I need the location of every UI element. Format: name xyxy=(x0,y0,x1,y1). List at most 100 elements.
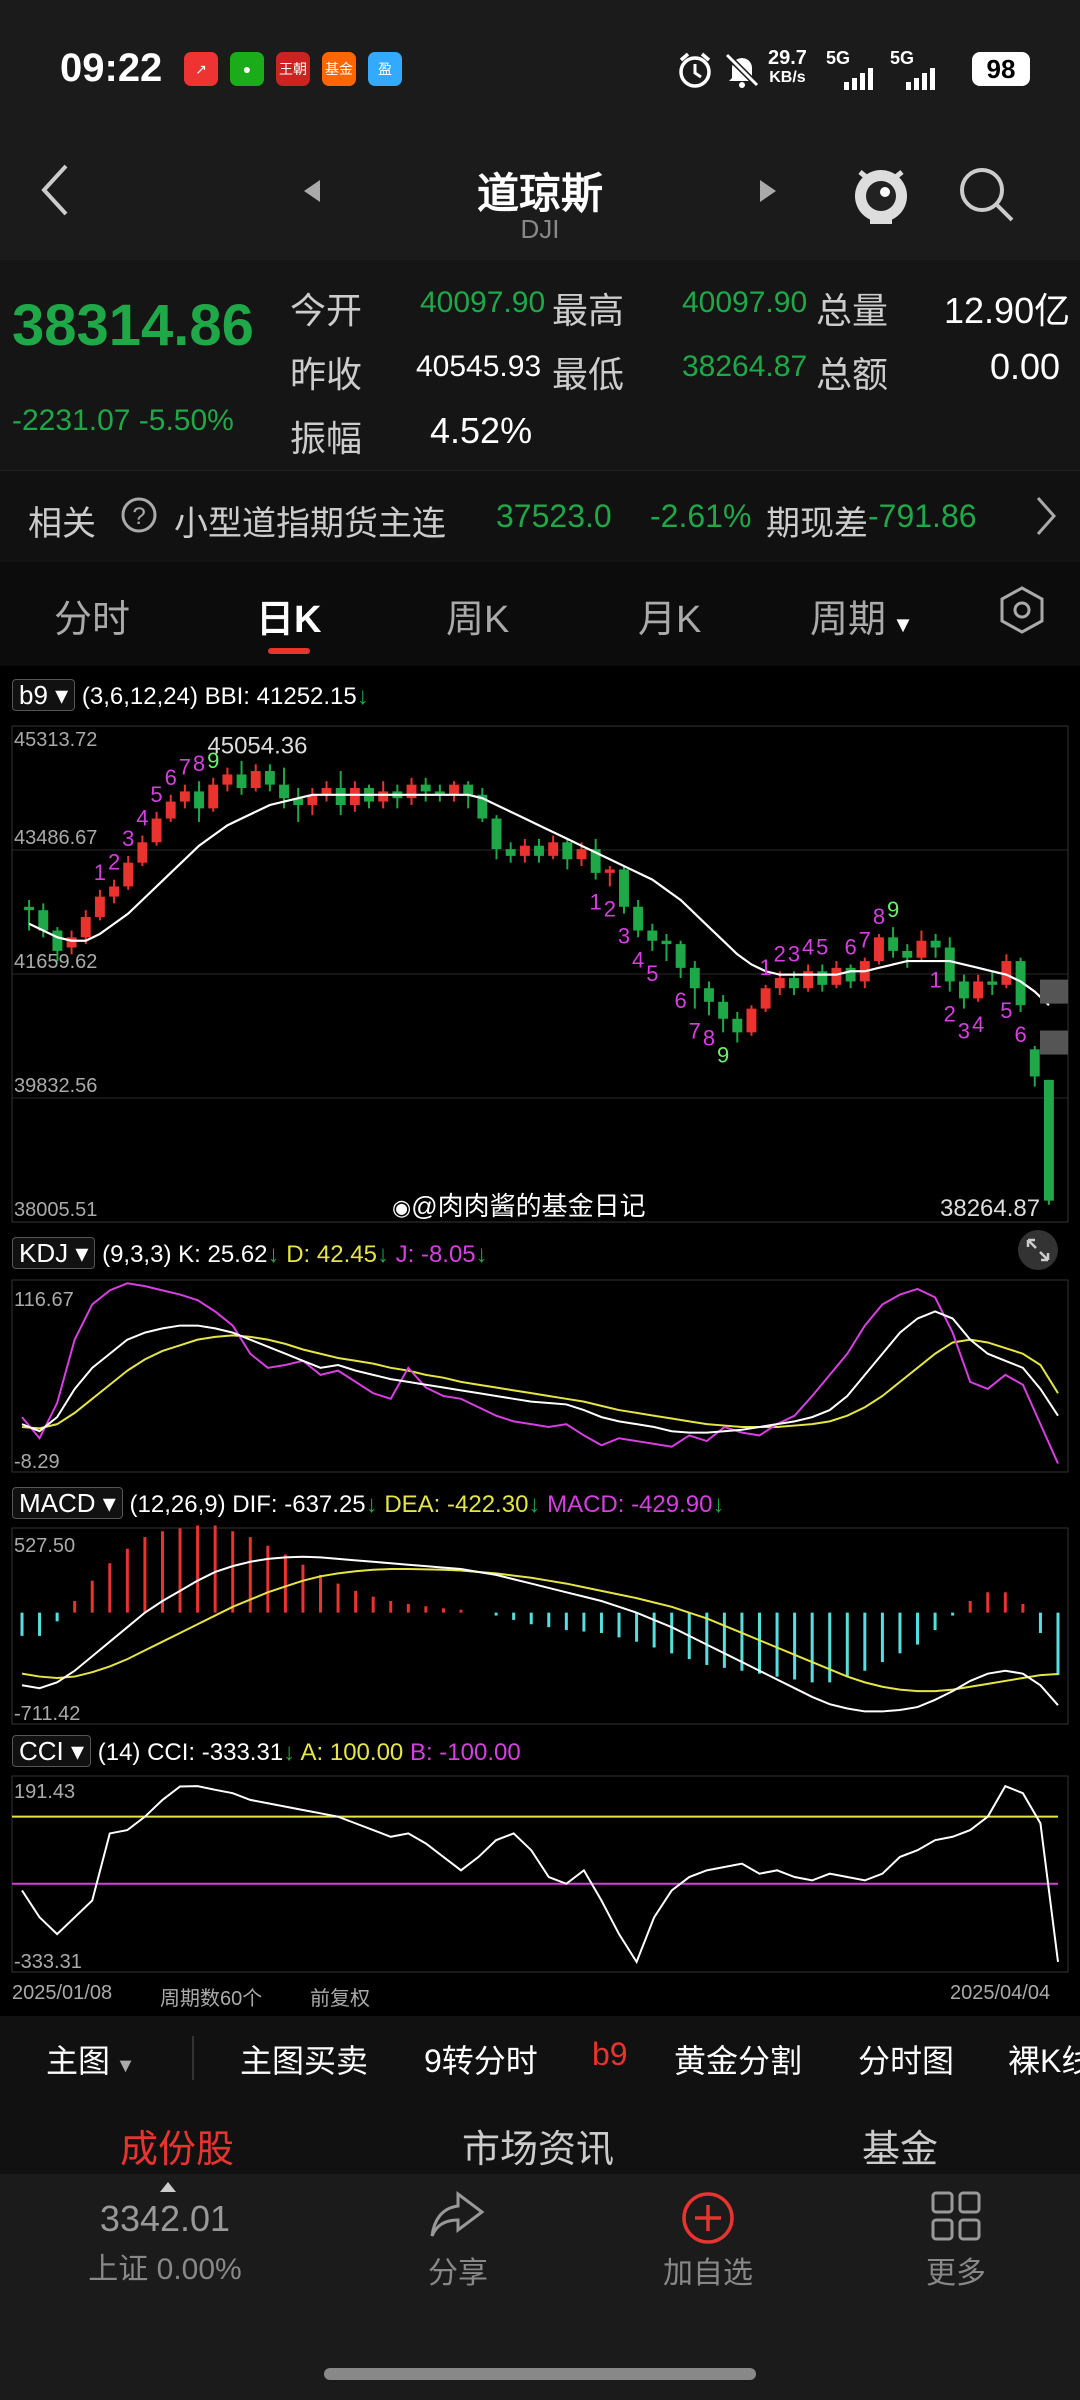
candle-body xyxy=(873,937,884,962)
b9-count-label: 5 xyxy=(1000,998,1012,1023)
candle-body xyxy=(562,842,573,860)
b9-count-label: 2 xyxy=(774,941,786,966)
settings-hex-icon[interactable] xyxy=(996,584,1048,641)
axis-start-date: 2025/01/08 xyxy=(12,1982,113,2004)
amplitude-value: 4.52% xyxy=(430,410,533,451)
candle-body xyxy=(24,906,35,911)
candle-body xyxy=(944,947,955,982)
share-label[interactable]: 分享 xyxy=(398,2248,518,2292)
kdj-name: KDJ xyxy=(19,1238,69,1268)
toolbar-intraday-chart[interactable]: 分时图 xyxy=(858,2036,954,2082)
kline-chart[interactable]: 45313.72 43486.67 41659.62 39832.56 38005.51… xyxy=(0,666,1080,2016)
adjust-mode[interactable]: 前复权 xyxy=(310,1982,370,2011)
open-value: 40097.90 xyxy=(420,286,546,319)
last-price: 38314.86 xyxy=(12,293,254,358)
macd-dif-value: DIF: -637.25 xyxy=(232,1491,366,1518)
cci-a-value: A: 100.00 xyxy=(300,1739,404,1766)
index-value[interactable]: 3342.01 xyxy=(50,2198,280,2240)
main-chart-dropdown[interactable]: 主图 ▼ xyxy=(46,2036,135,2082)
low-value: 38264.87 xyxy=(682,350,808,383)
page-subtitle: DJI xyxy=(520,214,560,244)
candle-body xyxy=(689,967,700,989)
net-speed: 29.7 KB/s xyxy=(768,47,807,86)
candle-body xyxy=(349,788,360,805)
caret-down-icon: ▼ xyxy=(886,612,914,637)
cci-bottom-label: -333.31 xyxy=(14,1951,82,1973)
candle-body xyxy=(1029,1049,1040,1077)
cci-value: CCI: -333.31 xyxy=(147,1739,284,1766)
battery-indicator: 98 xyxy=(972,52,1030,86)
candle-body xyxy=(151,818,162,843)
tab-daily-k[interactable]: 日K xyxy=(256,588,321,643)
candle-body xyxy=(704,988,714,1002)
macd-header: MACD ▾ (12,26,9) DIF: -637.25↓ DEA: -422… xyxy=(12,1487,725,1519)
candle-body xyxy=(505,849,516,856)
add-watchlist-icon[interactable] xyxy=(680,2190,736,2251)
candle-body xyxy=(80,916,91,938)
main-indicator-selector[interactable]: b9 ▾ xyxy=(12,679,76,711)
section-news[interactable]: 市场资讯 xyxy=(462,2118,614,2173)
b9-count-label: 7 xyxy=(689,1019,701,1044)
toolbar-naked-k[interactable]: 裸K线 xyxy=(1008,2036,1080,2082)
alarm-icon xyxy=(675,50,715,96)
candle-body xyxy=(194,791,205,809)
assistant-icon[interactable] xyxy=(848,158,914,233)
chevron-right-icon[interactable] xyxy=(1034,494,1058,543)
caret-up-icon xyxy=(158,2180,178,2199)
toolbar-b9[interactable]: b9 xyxy=(592,2036,628,2073)
fund-app-icon: 基金 xyxy=(322,52,356,86)
toolbar-9-turn[interactable]: 9转分时 xyxy=(424,2036,538,2082)
candle-body xyxy=(335,788,346,805)
toolbar-golden-split[interactable]: 黄金分割 xyxy=(674,2036,802,2082)
b9-params: (3,6,12,24) xyxy=(81,683,198,710)
candle-body xyxy=(534,845,544,856)
b9-count-label: 6 xyxy=(165,765,177,790)
help-icon[interactable]: ? xyxy=(120,496,158,539)
b9-count-label: 4 xyxy=(802,934,814,959)
add-watchlist-label[interactable]: 加自选 xyxy=(640,2248,776,2292)
kdj-k-line xyxy=(21,1310,1059,1434)
macd-name: MACD xyxy=(19,1488,96,1518)
tab-intraday[interactable]: 分时 xyxy=(54,588,130,643)
candle-body xyxy=(831,967,842,985)
cci-name: CCI xyxy=(19,1736,64,1766)
index-label: 上证 0.00% xyxy=(88,2253,242,2286)
share-icon[interactable] xyxy=(428,2190,488,2247)
candle-body xyxy=(236,774,247,789)
period-count: 周期数60个 xyxy=(160,1988,263,2010)
section-funds[interactable]: 基金 xyxy=(862,2118,938,2173)
more-label[interactable]: 更多 xyxy=(896,2248,1016,2292)
cci-selector[interactable]: CCI ▾ xyxy=(12,1735,92,1767)
b9-count-label: 1 xyxy=(94,860,106,885)
section-constituents[interactable]: 成份股 xyxy=(120,2118,234,2173)
candle-body xyxy=(519,845,530,856)
period-tabs xyxy=(0,562,1080,666)
candle-body xyxy=(718,1001,729,1019)
candle-body xyxy=(789,978,799,989)
search-icon[interactable] xyxy=(956,164,1016,229)
b9-count-label: 6 xyxy=(1014,1022,1026,1047)
macd-panel-frame xyxy=(11,1527,1069,1725)
candle-body xyxy=(619,869,629,907)
candle-body xyxy=(279,784,289,799)
b9-count-label: 4 xyxy=(136,806,148,831)
tab-monthly-k[interactable]: 月K xyxy=(638,588,701,643)
candle-body xyxy=(123,862,134,887)
b9-count-label: 2 xyxy=(944,1002,956,1027)
tab-weekly-k[interactable]: 周K xyxy=(446,588,509,643)
cci-header: CCI ▾ (14) CCI: -333.31↓ A: 100.00 B: -1… xyxy=(12,1735,521,1767)
candle-body xyxy=(406,784,417,799)
candle-body xyxy=(902,950,913,958)
kdj-selector[interactable]: KDJ ▾ xyxy=(12,1237,96,1269)
tab-period[interactable]: 周期 ▼ xyxy=(810,588,914,643)
toolbar-divider xyxy=(192,2036,194,2080)
toolbar-buy-sell[interactable]: 主图买卖 xyxy=(240,2036,368,2082)
b9-count-label: 5 xyxy=(816,934,828,959)
expand-icon[interactable] xyxy=(1016,1228,1060,1277)
more-grid-icon[interactable] xyxy=(930,2190,982,2247)
next-stock-icon[interactable] xyxy=(756,176,780,211)
macd-selector[interactable]: MACD ▾ xyxy=(12,1487,123,1519)
b9-count-label: 1 xyxy=(760,955,772,980)
candle-body xyxy=(165,801,176,819)
candle-body xyxy=(633,906,644,931)
